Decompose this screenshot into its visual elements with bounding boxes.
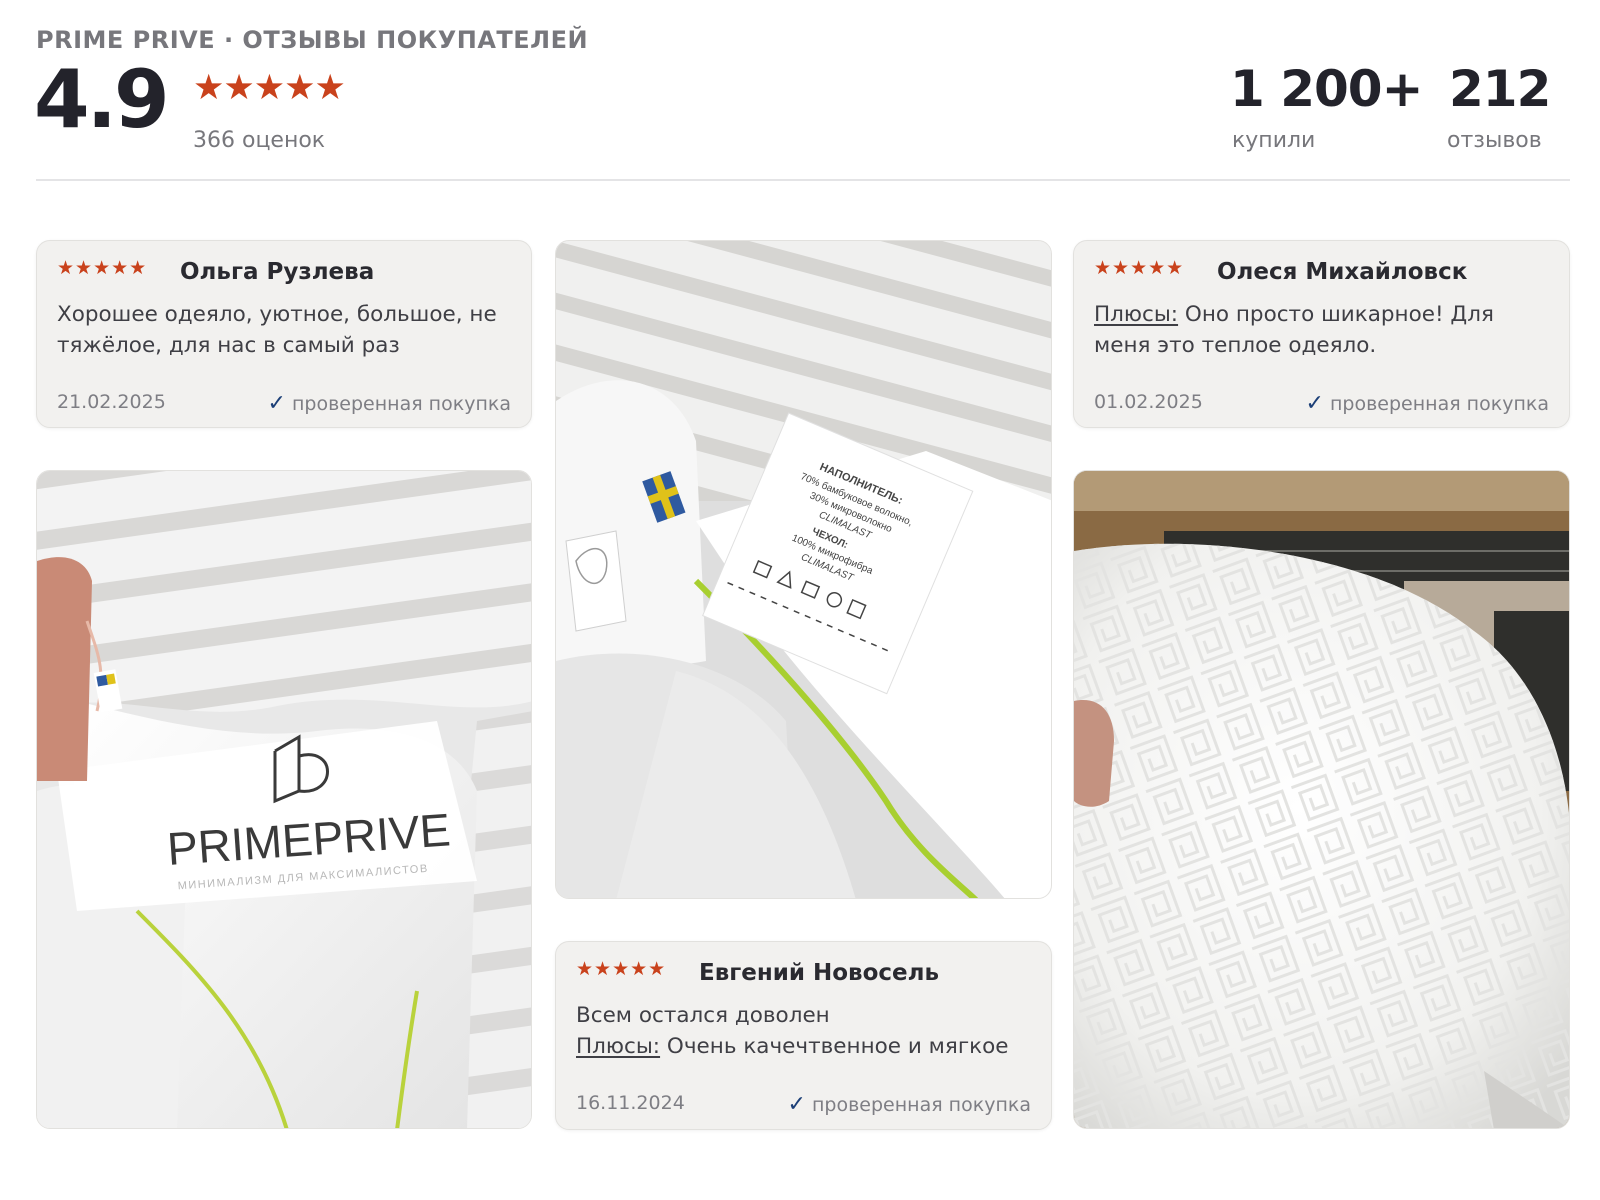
review-date: 01.02.2025	[1094, 391, 1203, 413]
verified-purchase: ✓ проверенная покупка	[268, 391, 511, 416]
stat-bought-label: купили	[1232, 128, 1316, 153]
review-stars: ★★★★★	[57, 257, 148, 279]
photo-illustration	[1074, 471, 1569, 1128]
review-text: Хорошее одеяло, уютное, большое, не тяжё…	[57, 299, 515, 361]
review-text: Плюсы: Оно просто шикарное! Для меня это…	[1094, 299, 1553, 361]
review-author: Ольга Рузлева	[180, 259, 375, 285]
rating-stars: ★★★★★	[193, 68, 346, 108]
review-text: Всем остался доволен Плюсы: Очень качечт…	[576, 1000, 1035, 1062]
review-author: Олеся Михайловск	[1217, 259, 1468, 285]
checkmark-icon: ✓	[1305, 391, 1324, 416]
review-stars: ★★★★★	[1094, 257, 1185, 279]
stat-reviews-label: отзывов	[1447, 128, 1542, 153]
pros-text: Очень качечтвенное и мягкое	[666, 1034, 1009, 1059]
brand-line: PRIME PRIVE · ОТЗЫВЫ ПОКУПАТЕЛЕЙ	[36, 26, 589, 54]
stat-bought-value: 1 200+	[1230, 60, 1423, 118]
review-date: 16.11.2024	[576, 1092, 685, 1114]
average-rating: 4.9	[34, 53, 170, 146]
review-text-content: Хорошее одеяло, уютное, большое, не тяжё…	[57, 302, 497, 358]
verified-purchase: ✓ проверенная покупка	[1306, 391, 1549, 416]
verified-purchase: ✓ проверенная покупка	[788, 1092, 1031, 1117]
pros-label: Плюсы:	[576, 1034, 661, 1059]
ratings-count: 366 оценок	[193, 128, 326, 153]
photo-illustration: PRIMEPRIVE МИНИМАЛИЗМ ДЛЯ МАКСИМАЛИСТОВ	[37, 471, 531, 1128]
verified-label: проверенная покупка	[811, 1094, 1031, 1116]
review-card[interactable]: ★★★★★ Олеся Михайловск Плюсы: Оно просто…	[1073, 240, 1570, 428]
review-stars: ★★★★★	[576, 958, 667, 980]
review-photo-blanket-logo[interactable]: PRIMEPRIVE МИНИМАЛИЗМ ДЛЯ МАКСИМАЛИСТОВ	[36, 470, 532, 1129]
checkmark-icon: ✓	[787, 1092, 806, 1117]
verified-label: проверенная покупка	[1329, 393, 1549, 415]
verified-label: проверенная покупка	[291, 393, 511, 415]
review-text-content: Всем остался доволен	[576, 1003, 830, 1028]
pros-label: Плюсы:	[1094, 302, 1179, 327]
review-card[interactable]: ★★★★★ Ольга Рузлева Хорошее одеяло, уютн…	[36, 240, 532, 428]
review-photo-care-label[interactable]: НАПОЛНИТЕЛЬ: 70% бамбуковое волокно, 30%…	[555, 240, 1052, 899]
review-photo-pillow[interactable]	[1073, 470, 1570, 1129]
review-card[interactable]: ★★★★★ Евгений Новосель Всем остался дово…	[555, 941, 1052, 1130]
review-author: Евгений Новосель	[699, 960, 940, 986]
stat-reviews-value: 212	[1449, 60, 1551, 118]
checkmark-icon: ✓	[267, 391, 286, 416]
review-date: 21.02.2025	[57, 391, 166, 413]
header-divider	[36, 179, 1570, 181]
photo-illustration: НАПОЛНИТЕЛЬ: 70% бамбуковое волокно, 30%…	[556, 241, 1051, 898]
